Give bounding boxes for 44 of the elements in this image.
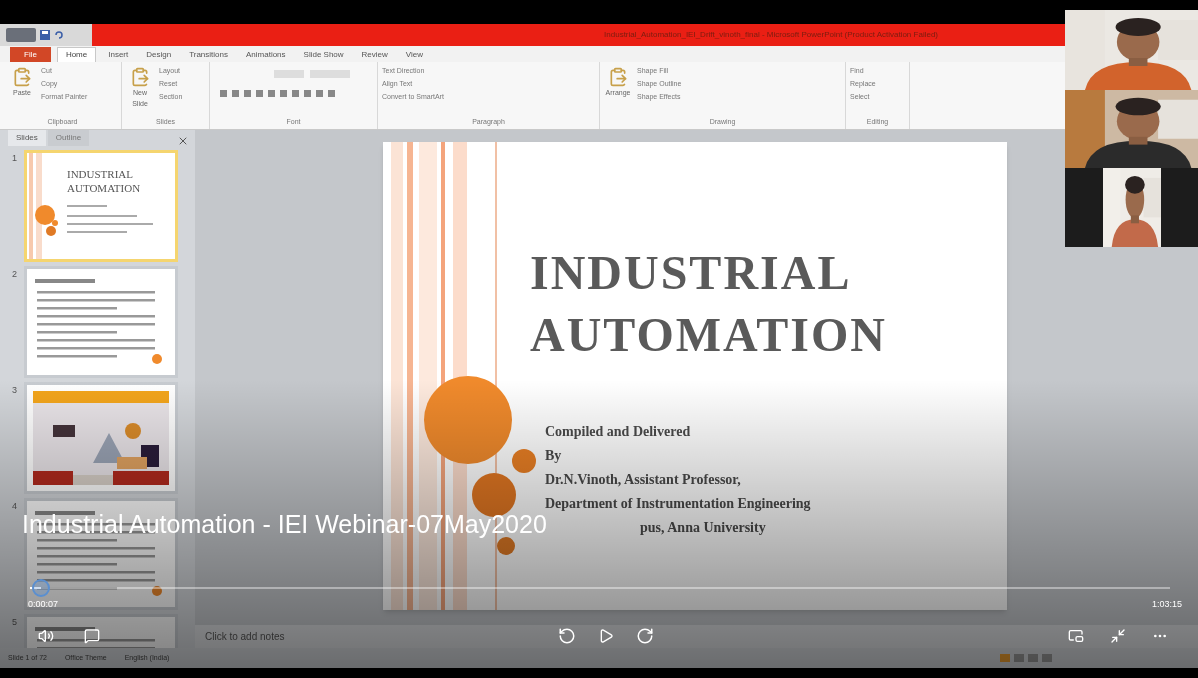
slide-subtitle-line: Compiled and Delivered [545, 423, 691, 441]
exit-fullscreen-icon[interactable] [1110, 628, 1126, 644]
panel-tab[interactable]: Slides [8, 130, 46, 146]
rewind-icon[interactable] [558, 627, 576, 645]
slide-subtitle-line: Department of Instrumentation Engineering [545, 495, 811, 513]
panel-tab[interactable]: Outline [47, 130, 90, 146]
large-button-icon [130, 66, 150, 88]
slide-number: 4 [11, 500, 18, 513]
window-title: Industrial_Automation_IEI_Drift_vinoth_final - Microsoft PowerPoint (Product Activation Failed) [604, 29, 938, 41]
ribbon-tab[interactable]: Transitions [183, 47, 234, 62]
play-icon[interactable] [598, 627, 614, 645]
picture-in-picture-icon[interactable] [1068, 628, 1084, 644]
duration-time: 1:03:15 [1151, 598, 1182, 611]
notes-placeholder[interactable]: Click to add notes [205, 629, 285, 644]
large-button-icon [12, 66, 32, 88]
save-icon[interactable] [40, 30, 50, 40]
slide-thumbnail[interactable] [24, 266, 178, 378]
slide-number: 1 [11, 152, 18, 165]
slide-subtitle-line: By [545, 447, 562, 465]
slide-thumbnail[interactable]: INDUSTRIAL AUTOMATION [24, 150, 178, 262]
captions-icon[interactable] [84, 628, 100, 644]
slide-number: 5 [11, 616, 18, 629]
slide-subtitle-line: Dr.N.Vinoth, Assistant Professor, [545, 471, 741, 489]
ribbon-tab[interactable]: Home [56, 47, 97, 62]
slide-title: INDUSTRIAL AUTOMATION [530, 245, 887, 363]
ribbon-tab[interactable]: View [399, 47, 430, 62]
undo-icon[interactable] [54, 30, 64, 40]
large-button-icon [608, 66, 628, 88]
ribbon-tab[interactable]: Design [140, 47, 178, 62]
thumbnail-title: INDUSTRIAL AUTOMATION [67, 167, 142, 195]
slide-number: 2 [11, 268, 18, 281]
ribbon-tab[interactable]: Review [355, 47, 394, 62]
slide-subtitle-line: pus, Anna University [639, 519, 766, 537]
slide-thumbnail[interactable] [24, 382, 178, 494]
progress-thumb[interactable] [32, 579, 51, 597]
forward-icon[interactable] [636, 627, 654, 645]
slide-number: 3 [11, 384, 18, 397]
volume-icon[interactable] [38, 628, 54, 644]
close-icon[interactable] [177, 135, 189, 147]
ribbon-tab[interactable]: Animations [240, 47, 292, 62]
elapsed-time: 0:00:07 [28, 598, 59, 611]
file-tab[interactable]: File [10, 47, 51, 62]
ribbon-tab[interactable]: Slide Show [297, 47, 350, 62]
ribbon-tab[interactable]: Insert [102, 47, 135, 62]
